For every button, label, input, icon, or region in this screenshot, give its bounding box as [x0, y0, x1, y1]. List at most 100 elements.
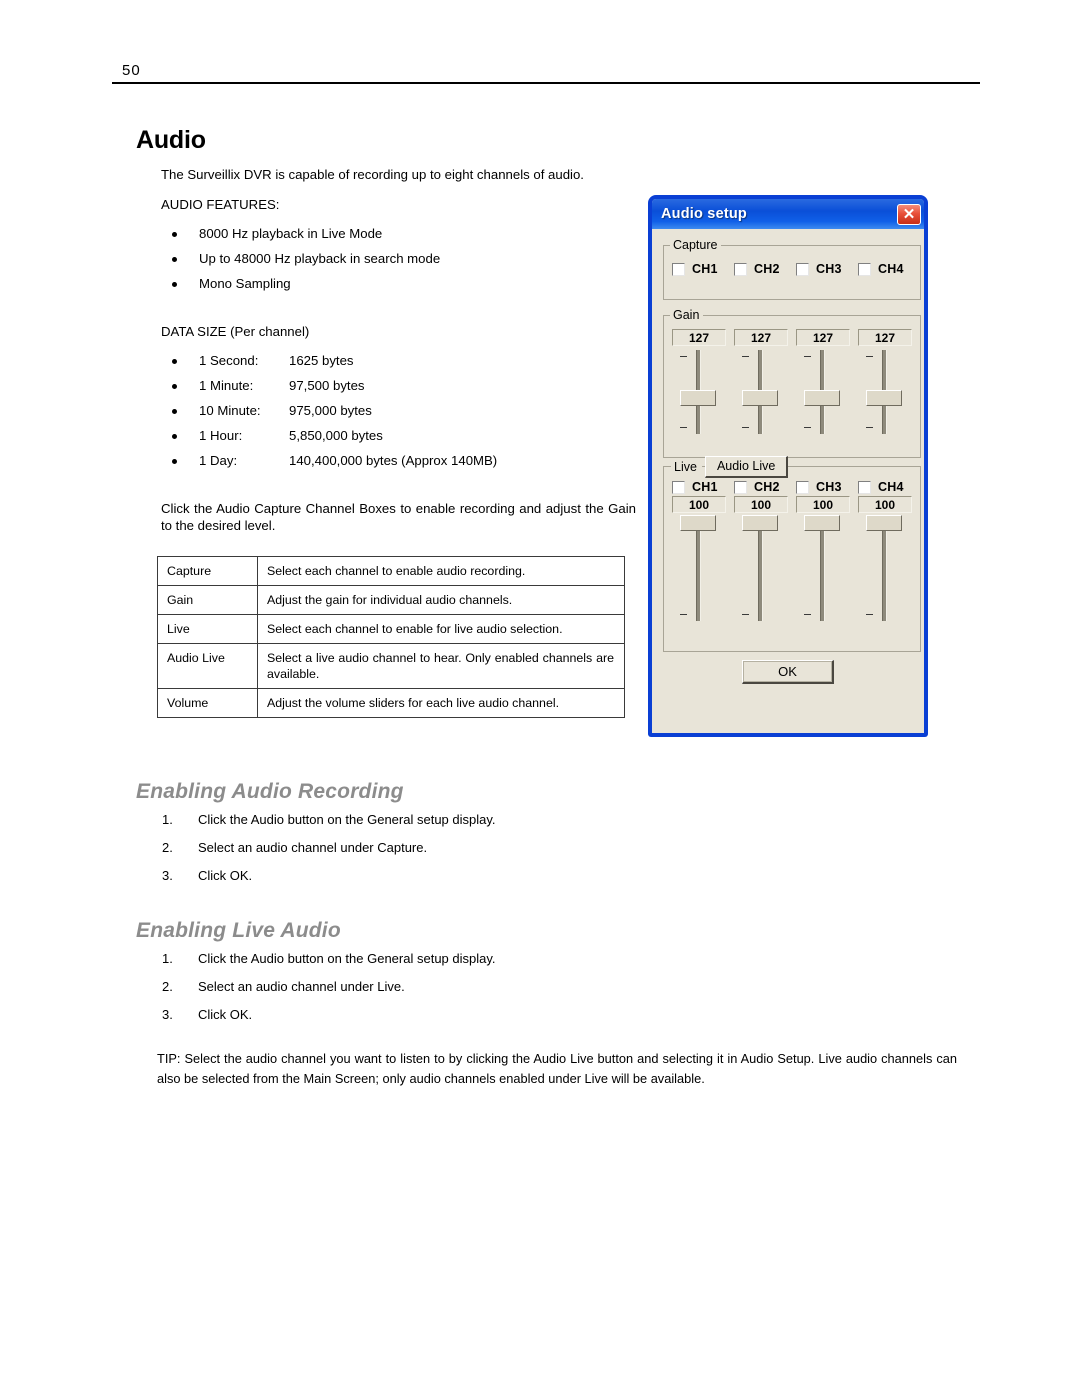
volume-value-ch3: 100	[796, 496, 850, 513]
table-row: Gain Adjust the gain for individual audi…	[157, 585, 625, 615]
heading-enabling-audio-recording: Enabling Audio Recording	[136, 780, 404, 803]
tick-mark	[866, 614, 873, 615]
data-size-term: 1 Minute:	[199, 378, 254, 393]
list-item: 1 Day: 140,400,000 bytes (Approx 140MB)	[136, 453, 636, 469]
live-group-header: Live Audio Live	[671, 456, 789, 478]
data-size-value: 5,850,000 bytes	[289, 428, 383, 443]
gain-slider-ch3[interactable]	[796, 346, 858, 438]
audio-live-button[interactable]: Audio Live	[704, 456, 789, 478]
data-size-term: 1 Day:	[199, 453, 238, 468]
checkbox-icon[interactable]	[796, 480, 809, 494]
live-checkbox-ch3[interactable]: CH3	[796, 480, 858, 494]
volume-slider-ch3[interactable]	[796, 513, 858, 625]
checkbox-icon[interactable]	[672, 262, 685, 276]
list-item: 1 Second: 1625 bytes	[136, 353, 636, 369]
tick-mark	[680, 356, 687, 357]
gain-slider-ch4[interactable]	[858, 346, 920, 438]
close-icon[interactable]: ✕	[897, 203, 921, 225]
step-text: Click OK.	[198, 868, 253, 883]
dialog-body: Capture CH1 CH2 CH3 CH4 Gain 127 127 127…	[652, 229, 924, 684]
volume-slider-ch1[interactable]	[672, 513, 734, 625]
gain-value-row: 127 127 127 127	[664, 322, 920, 346]
capture-checkbox-ch3[interactable]: CH3	[796, 262, 858, 276]
dialog-footer: OK	[663, 660, 913, 684]
gain-value-ch2: 127	[734, 329, 788, 346]
step-number: 3.	[162, 868, 173, 883]
step-text: Click the Audio button on the General se…	[198, 812, 496, 827]
table-cell-term: Gain	[157, 585, 258, 615]
slider-thumb[interactable]	[680, 515, 716, 531]
table-cell-desc: Select a live audio channel to hear. Onl…	[257, 643, 625, 689]
checkbox-icon[interactable]	[734, 480, 747, 494]
main-content: Audio The Surveillix DVR is capable of r…	[136, 126, 636, 547]
checkbox-icon[interactable]	[672, 480, 685, 494]
tick-mark	[742, 427, 749, 428]
step-text: Select an audio channel under Live.	[198, 979, 405, 994]
slider-thumb[interactable]	[742, 390, 778, 406]
slider-thumb[interactable]	[866, 515, 902, 531]
volume-slider-ch4[interactable]	[858, 513, 920, 625]
checkbox-icon[interactable]	[858, 262, 871, 276]
tip-paragraph: TIP: Select the audio channel you want t…	[157, 1050, 957, 1086]
slider-thumb[interactable]	[680, 390, 716, 406]
checkbox-icon[interactable]	[734, 262, 747, 276]
table-cell-term: Volume	[157, 688, 258, 718]
list-item: 10 Minute: 975,000 bytes	[136, 403, 636, 419]
slider-track[interactable]	[758, 517, 763, 621]
step-text: Select an audio channel under Capture.	[198, 840, 428, 855]
volume-slider-ch2[interactable]	[734, 513, 796, 625]
gain-slider-ch1[interactable]	[672, 346, 734, 438]
gain-value-ch4: 127	[858, 329, 912, 346]
capture-checkbox-ch2[interactable]: CH2	[734, 262, 796, 276]
slider-track[interactable]	[882, 517, 887, 621]
capture-checkbox-ch4[interactable]: CH4	[858, 262, 920, 276]
capture-checkbox-ch1[interactable]: CH1	[672, 262, 734, 276]
volume-value-ch4: 100	[858, 496, 912, 513]
tick-mark	[866, 356, 873, 357]
slider-thumb[interactable]	[804, 390, 840, 406]
live-checkbox-ch1[interactable]: CH1	[672, 480, 734, 494]
ok-button[interactable]: OK	[742, 660, 834, 684]
tick-mark	[866, 427, 873, 428]
table-cell-desc: Select each channel to enable audio reco…	[257, 556, 625, 586]
table-row: Capture Select each channel to enable au…	[157, 556, 625, 586]
slider-track[interactable]	[820, 517, 825, 621]
live-checkbox-ch2[interactable]: CH2	[734, 480, 796, 494]
dialog-titlebar[interactable]: Audio setup ✕	[652, 199, 924, 229]
step-text: Click OK.	[198, 1007, 253, 1022]
tick-mark	[742, 356, 749, 357]
table-row: Volume Adjust the volume sliders for eac…	[157, 688, 625, 718]
gain-slider-row	[664, 346, 920, 438]
steps-enabling-audio-recording: 1. Click the Audio button on the General…	[136, 812, 636, 896]
table-cell-term: Live	[157, 614, 258, 644]
slider-thumb[interactable]	[866, 390, 902, 406]
page-title: Audio	[136, 126, 206, 154]
live-checkbox-label: CH2	[754, 480, 780, 494]
gain-slider-ch2[interactable]	[734, 346, 796, 438]
live-checkbox-ch4[interactable]: CH4	[858, 480, 920, 494]
list-item: 3. Click OK.	[136, 868, 636, 884]
dialog-title: Audio setup	[661, 206, 747, 222]
list-item: 2. Select an audio channel under Capture…	[136, 840, 636, 856]
list-item: 8000 Hz playback in Live Mode	[136, 226, 636, 242]
slider-thumb[interactable]	[742, 515, 778, 531]
table-cell-desc: Adjust the volume sliders for each live …	[257, 688, 625, 718]
tick-mark	[680, 614, 687, 615]
checkbox-icon[interactable]	[796, 262, 809, 276]
header-divider	[112, 82, 980, 84]
data-size-value: 975,000 bytes	[289, 403, 372, 418]
list-item: Mono Sampling	[136, 276, 636, 292]
volume-value-ch2: 100	[734, 496, 788, 513]
volume-slider-row	[664, 513, 920, 625]
checkbox-icon[interactable]	[858, 480, 871, 494]
slider-thumb[interactable]	[804, 515, 840, 531]
gain-group-legend: Gain	[673, 308, 700, 322]
data-size-value: 140,400,000 bytes (Approx 140MB)	[289, 453, 498, 468]
step-number: 2.	[162, 979, 173, 994]
step-number: 3.	[162, 1007, 173, 1022]
step-number: 2.	[162, 840, 173, 855]
capture-checkbox-label: CH3	[816, 262, 842, 276]
list-item: 1. Click the Audio button on the General…	[136, 812, 636, 828]
live-checkbox-label: CH3	[816, 480, 842, 494]
slider-track[interactable]	[696, 517, 701, 621]
